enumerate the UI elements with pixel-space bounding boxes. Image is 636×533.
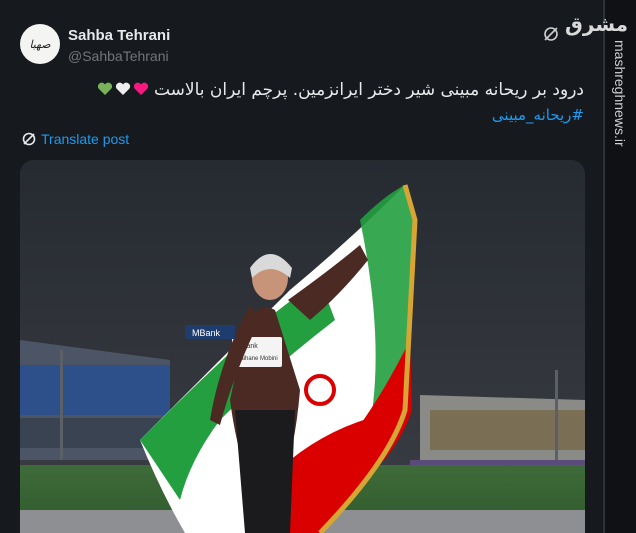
author-handle[interactable]: @SahbaTehrani	[68, 48, 169, 64]
post-card: صهبا Sahba Tehrani @SahbaTehrani درود بر…	[0, 0, 604, 533]
athlete-photo: MBank Raihane Mobini MBank	[20, 160, 585, 533]
mashregh-logo: مشرق	[565, 12, 628, 36]
red-heart-icon	[133, 82, 148, 95]
post-photo[interactable]: MBank Raihane Mobini MBank	[20, 160, 585, 533]
post-text: درود بر ریحانه مبینی شیر دختر ایرانزمین.…	[24, 80, 584, 100]
translate-corner-icon[interactable]	[543, 26, 559, 42]
watermark-site: mashreghnews.ir	[606, 40, 634, 300]
post-body: درود بر ریحانه مبینی شیر دختر ایرانزمین.…	[153, 80, 584, 100]
green-heart-icon	[97, 82, 112, 95]
avatar-signature: صهبا	[29, 37, 51, 51]
translate-icon	[22, 132, 36, 146]
site-url: mashreghnews.ir	[612, 40, 628, 147]
translate-label: Translate post	[41, 131, 130, 147]
translate-post-link[interactable]: Translate post	[22, 131, 129, 147]
logo-text: مشرق	[565, 12, 629, 36]
white-heart-icon	[115, 82, 130, 95]
stadium-banner: MBank	[192, 328, 221, 338]
avatar[interactable]: صهبا	[20, 24, 60, 64]
author-name[interactable]: Sahba Tehrani	[68, 27, 170, 44]
hashtag-link[interactable]: #ریحانه_مبینی	[492, 106, 584, 124]
